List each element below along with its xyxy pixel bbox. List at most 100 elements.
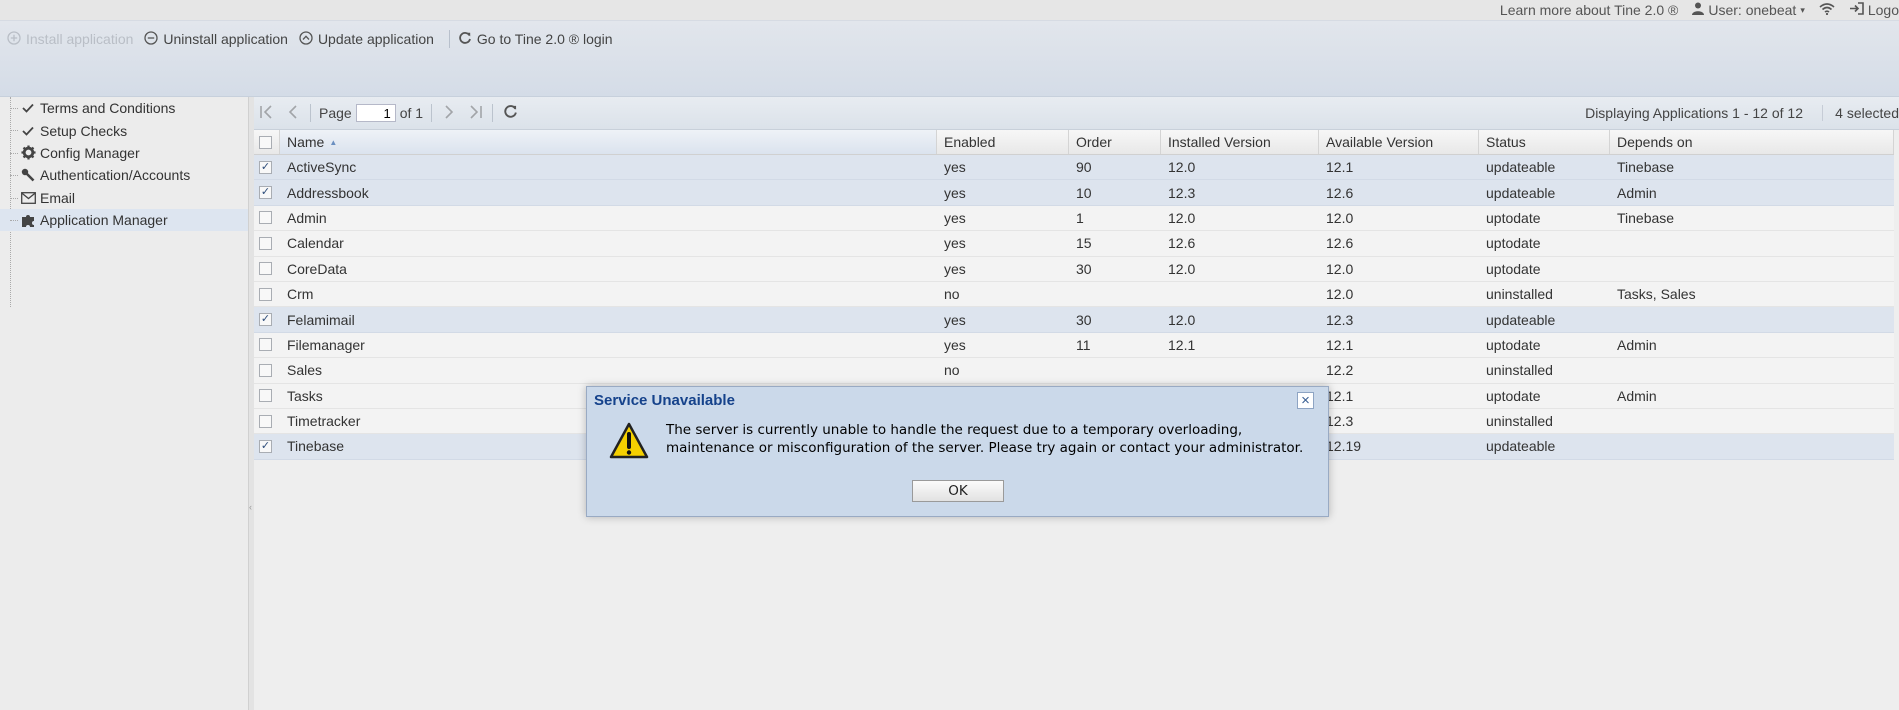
selection-count: 4 selected — [1822, 105, 1899, 121]
cell-available-version: 12.2 — [1326, 362, 1354, 379]
page-number-input[interactable] — [355, 104, 396, 122]
column-header-enabled[interactable]: Enabled — [937, 130, 1069, 154]
sidebar-item-setup-checks[interactable]: Setup Checks — [0, 119, 248, 141]
cell-installed-version: 12.0 — [1168, 209, 1196, 226]
column-header-depends-on[interactable]: Depends on — [1610, 130, 1894, 154]
row-select-cell[interactable] — [254, 313, 280, 327]
cell-depends-on: Admin — [1617, 387, 1657, 404]
row-select-cell[interactable] — [254, 186, 280, 200]
column-header-label: Order — [1076, 134, 1112, 150]
select-all-column[interactable] — [254, 130, 280, 154]
sidebar-item-authentication[interactable]: Authentication/Accounts — [0, 164, 248, 186]
caret-down-icon: ▾ — [1800, 4, 1805, 15]
row-checkbox[interactable] — [259, 211, 272, 225]
row-checkbox[interactable] — [259, 160, 272, 174]
wifi-icon — [1819, 2, 1835, 18]
ok-button[interactable]: OK — [912, 480, 1004, 502]
sidebar-item-application-manager[interactable]: Application Manager — [0, 208, 248, 232]
cell-enabled: yes — [944, 159, 966, 176]
table-row[interactable]: Crm no 12.0 uninstalled Tasks, Sales — [254, 281, 1894, 308]
update-application-label: Update application — [317, 31, 434, 47]
close-button[interactable]: × — [1297, 392, 1314, 409]
check-icon — [20, 100, 36, 116]
go-to-login-button[interactable]: Go to Tine 2.0 ® login — [456, 31, 622, 48]
column-header-available-version[interactable]: Available Version — [1319, 130, 1479, 154]
update-application-button[interactable]: Update application — [297, 30, 443, 48]
next-page-button[interactable] — [436, 102, 462, 124]
row-select-cell[interactable] — [254, 236, 280, 250]
cell-status: uninstalled — [1486, 362, 1553, 379]
plus-circle-icon — [7, 30, 21, 48]
learn-more-link[interactable]: Learn more about Tine 2.0 ® — [1500, 2, 1678, 18]
row-select-cell[interactable] — [254, 338, 280, 352]
chevron-right-icon — [444, 104, 454, 122]
row-select-cell[interactable] — [254, 287, 280, 301]
row-checkbox[interactable] — [259, 236, 272, 250]
cell-enabled: no — [944, 286, 960, 303]
display-info: Displaying Applications 1 - 12 of 12 — [1585, 105, 1803, 121]
table-row[interactable]: CoreData yes 30 12.0 12.0 uptodate — [254, 256, 1894, 282]
table-row[interactable]: Filemanager yes 11 12.1 12.1 uptodate Admin — [254, 332, 1894, 359]
table-row[interactable]: Calendar yes 15 12.6 12.6 uptodate — [254, 231, 1894, 257]
logout-link[interactable]: Logo — [1849, 2, 1899, 18]
go-to-login-label: Go to Tine 2.0 ® login — [476, 31, 613, 47]
cell-depends-on: Tasks, Sales — [1617, 286, 1696, 303]
row-select-cell[interactable] — [254, 211, 280, 225]
row-checkbox[interactable] — [259, 186, 272, 200]
envelope-icon — [20, 190, 36, 206]
sidebar-item-config-manager[interactable]: Config Manager — [0, 142, 248, 164]
sidebar-item-label: Authentication/Accounts — [40, 167, 191, 184]
row-select-cell[interactable] — [254, 363, 280, 377]
cell-enabled: yes — [944, 311, 966, 328]
top-bar: Learn more about Tine 2.0 ® User: onebea… — [0, 0, 1899, 21]
row-checkbox[interactable] — [259, 363, 272, 377]
column-header-installed-version[interactable]: Installed Version — [1161, 130, 1319, 154]
cell-installed-version: 12.6 — [1168, 235, 1196, 252]
select-all-checkbox[interactable] — [259, 135, 272, 149]
uninstall-application-button[interactable]: Uninstall application — [142, 30, 297, 48]
last-page-button[interactable] — [462, 102, 488, 124]
row-checkbox[interactable] — [259, 389, 272, 403]
sort-ascending-icon: ▲ — [329, 137, 338, 147]
refresh-button[interactable] — [497, 102, 523, 124]
user-menu[interactable]: User: onebeat ▾ — [1692, 2, 1805, 18]
row-checkbox[interactable] — [259, 338, 272, 352]
cell-name: Sales — [287, 362, 323, 379]
row-select-cell[interactable] — [254, 439, 280, 453]
row-select-cell[interactable] — [254, 414, 280, 428]
toolbar-separator — [448, 30, 450, 48]
cell-installed-version: 12.0 — [1168, 260, 1196, 277]
cell-depends-on: Tinebase — [1617, 209, 1675, 226]
table-row[interactable]: Addressbook yes 10 12.3 12.6 updateable Admin — [254, 180, 1894, 206]
row-select-cell[interactable] — [254, 160, 280, 174]
pager-separator — [310, 104, 311, 122]
column-header-label: Name — [287, 134, 325, 150]
row-checkbox[interactable] — [259, 414, 272, 428]
row-checkbox[interactable] — [259, 287, 272, 301]
row-select-cell[interactable] — [254, 262, 280, 276]
install-application-button[interactable]: Install application — [5, 30, 142, 48]
first-page-button[interactable] — [254, 102, 280, 124]
row-checkbox[interactable] — [259, 439, 272, 453]
cell-available-version: 12.6 — [1326, 235, 1354, 252]
cell-status: uptodate — [1486, 209, 1541, 226]
top-bar-links: Learn more about Tine 2.0 ® User: onebea… — [1500, 0, 1899, 20]
sidebar-item-terms[interactable]: Terms and Conditions — [0, 97, 248, 119]
previous-page-button[interactable] — [280, 102, 306, 124]
column-header-order[interactable]: Order — [1069, 130, 1161, 154]
table-row[interactable]: Felamimail yes 30 12.0 12.3 updateable — [254, 307, 1894, 333]
cell-name: Filemanager — [287, 336, 365, 353]
row-select-cell[interactable] — [254, 389, 280, 403]
cell-name: CoreData — [287, 260, 347, 277]
table-row[interactable]: ActiveSync yes 90 12.0 12.1 updateable Tinebas… — [254, 155, 1894, 181]
cell-status: updateable — [1486, 438, 1556, 455]
table-row[interactable]: Admin yes 1 12.0 12.0 uptodate Tinebase — [254, 205, 1894, 232]
dialog-title: Service Unavailable — [594, 392, 735, 409]
row-checkbox[interactable] — [259, 262, 272, 276]
page-label: Page — [319, 105, 352, 121]
column-header-name[interactable]: Name ▲ — [280, 130, 937, 154]
sidebar-item-email[interactable]: Email — [0, 187, 248, 209]
column-header-status[interactable]: Status — [1479, 130, 1610, 154]
row-checkbox[interactable] — [259, 313, 272, 327]
table-row[interactable]: Sales no 12.2 uninstalled — [254, 358, 1894, 384]
